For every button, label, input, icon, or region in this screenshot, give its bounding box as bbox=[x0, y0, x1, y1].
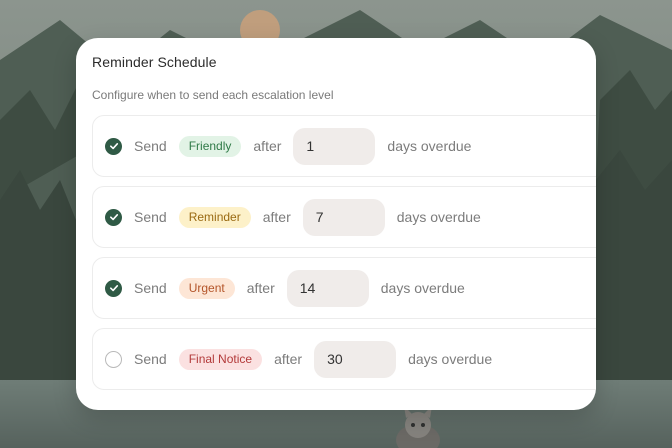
level-badge-reminder: Reminder bbox=[178, 206, 251, 228]
schedule-row-friendly: Send Friendly after days overdue bbox=[92, 115, 596, 177]
days-input-friendly[interactable] bbox=[293, 127, 376, 165]
card-subtitle: Configure when to send each escalation l… bbox=[92, 88, 334, 102]
days-input-final-notice[interactable] bbox=[314, 340, 397, 378]
after-label: after bbox=[253, 138, 282, 154]
checkmark-icon bbox=[109, 143, 118, 150]
days-input-urgent[interactable] bbox=[286, 269, 369, 307]
level-badge-final-notice: Final Notice bbox=[178, 348, 263, 370]
level-badge-urgent: Urgent bbox=[178, 277, 235, 299]
card-title: Reminder Schedule bbox=[92, 54, 217, 70]
schedule-row-urgent: Send Urgent after days overdue bbox=[92, 257, 596, 319]
days-overdue-label: days overdue bbox=[408, 351, 493, 367]
enable-checkbox-friendly[interactable] bbox=[105, 137, 122, 155]
checkmark-icon bbox=[109, 285, 118, 292]
days-overdue-label: days overdue bbox=[396, 209, 481, 225]
reminder-schedule-card: Reminder Schedule Configure when to send… bbox=[76, 38, 596, 410]
send-label: Send bbox=[134, 138, 167, 154]
checkmark-icon bbox=[109, 214, 118, 221]
send-label: Send bbox=[134, 280, 167, 296]
send-label: Send bbox=[134, 351, 167, 367]
enable-checkbox-reminder[interactable] bbox=[105, 208, 122, 226]
days-overdue-label: days overdue bbox=[380, 280, 465, 296]
schedule-row-reminder: Send Reminder after days overdue bbox=[92, 186, 596, 248]
send-label: Send bbox=[134, 209, 167, 225]
after-label: after bbox=[246, 280, 275, 296]
level-badge-friendly: Friendly bbox=[178, 135, 242, 157]
days-overdue-label: days overdue bbox=[387, 138, 472, 154]
schedule-row-final-notice: Send Final Notice after days overdue bbox=[92, 328, 596, 390]
enable-checkbox-urgent[interactable] bbox=[105, 279, 122, 297]
after-label: after bbox=[274, 351, 303, 367]
enable-checkbox-final-notice[interactable] bbox=[105, 350, 122, 368]
after-label: after bbox=[262, 209, 291, 225]
days-input-reminder[interactable] bbox=[302, 198, 385, 236]
